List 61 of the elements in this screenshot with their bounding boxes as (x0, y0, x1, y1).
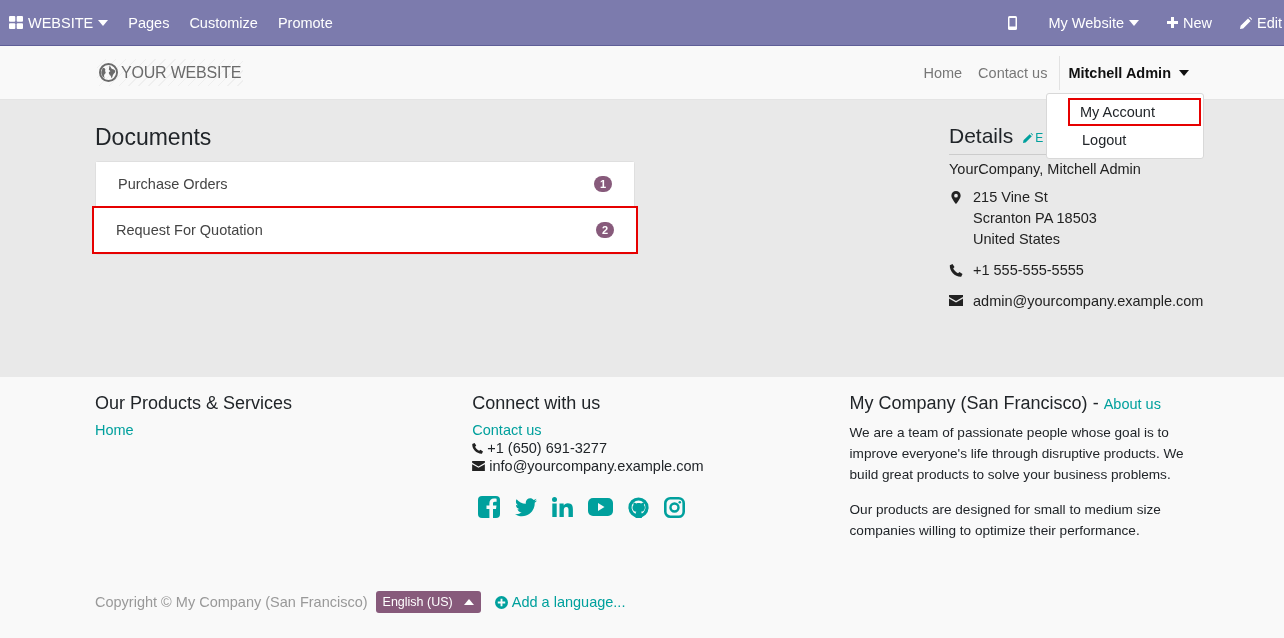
map-pin-icon (949, 191, 963, 204)
github-icon[interactable] (628, 496, 650, 518)
caret-icon (1129, 19, 1139, 26)
document-label: Purchase Orders (118, 176, 228, 192)
caret-icon (98, 19, 109, 26)
footer-link[interactable]: Contact us (472, 422, 542, 438)
footer-heading: Connect with us (472, 393, 602, 414)
cut-off-link[interactable]: E (1023, 131, 1044, 145)
facebook-icon[interactable] (478, 496, 501, 518)
menu-item[interactable]: Pages (118, 14, 180, 31)
website-logo[interactable]: YOUR WEBSITE (97, 59, 244, 86)
website-switcher[interactable]: My Website (1038, 14, 1157, 31)
nav-link[interactable]: Home (915, 64, 971, 81)
document-row[interactable]: Request For Quotation 2 (92, 206, 638, 254)
add-language-link[interactable]: Add a language... (494, 594, 626, 610)
about-link[interactable]: About us (1103, 396, 1161, 412)
plus-icon (1167, 17, 1178, 28)
count-badge: 1 (593, 176, 612, 192)
contact-name: YourCompany, Mitchell Admin (949, 161, 1142, 177)
dropdown-item[interactable]: My Account (1068, 98, 1201, 126)
phone-number: +1 555-555-5555 (973, 261, 1084, 280)
language-selector[interactable]: English (US) (375, 591, 481, 613)
phone-number: +1 (650) 691-3277 (487, 440, 607, 456)
envelope-icon (949, 295, 963, 306)
count-badge: 2 (595, 222, 614, 238)
copyright-text: Copyright © My Company (San Francisco) (95, 594, 368, 610)
company-description: Our products are designed for small to medium size companies willing to optimize their performance. (849, 501, 1162, 540)
twitter-icon[interactable] (515, 497, 538, 517)
youtube-icon[interactable] (588, 498, 614, 516)
company-description: We are a team of passionate people whose goal is to improve everyone's life through disruptive products. We build great products to solve your business problems. (849, 424, 1185, 484)
globe-icon (99, 63, 118, 82)
footer-heading: My Company (San Francisco) (849, 393, 1088, 413)
menu-item[interactable]: Promote (267, 14, 343, 31)
nav-link[interactable]: Contact us (970, 64, 1056, 81)
grid-icon (9, 16, 23, 29)
menu-item[interactable]: Customize (179, 14, 268, 31)
plus-circle-icon (494, 595, 508, 609)
section-title: Details (949, 124, 1014, 148)
envelope-icon (472, 461, 486, 471)
document-label: Request For Quotation (116, 222, 263, 238)
caret-icon (1179, 69, 1189, 76)
caret-icon (463, 599, 474, 605)
phone-icon (949, 264, 963, 277)
user-menu-button[interactable]: Mitchell Admin (1059, 55, 1197, 90)
phone-icon (1007, 15, 1017, 30)
separator-text: - (1092, 393, 1099, 413)
email-address: admin@yourcompany.example.com (973, 292, 1204, 311)
app-menu-button[interactable]: WEBSITE (0, 14, 119, 31)
edit-button[interactable]: Edit (1230, 14, 1284, 31)
instagram-icon[interactable] (664, 496, 686, 518)
linkedin-icon[interactable] (552, 497, 574, 517)
dropdown-item[interactable]: Logout (1059, 126, 1192, 154)
footer-link[interactable]: Home (95, 422, 134, 438)
pencil-icon (1023, 133, 1034, 143)
email-address: info@yourcompany.example.com (489, 458, 704, 474)
address-text: 215 Vine St Scranton PA 18503 United States (973, 188, 1097, 249)
phone-icon (472, 442, 484, 454)
pencil-icon (1240, 16, 1252, 29)
section-title: Documents (95, 124, 213, 151)
footer-heading: Our Products & Services (95, 393, 294, 414)
new-button[interactable]: New (1157, 14, 1230, 31)
